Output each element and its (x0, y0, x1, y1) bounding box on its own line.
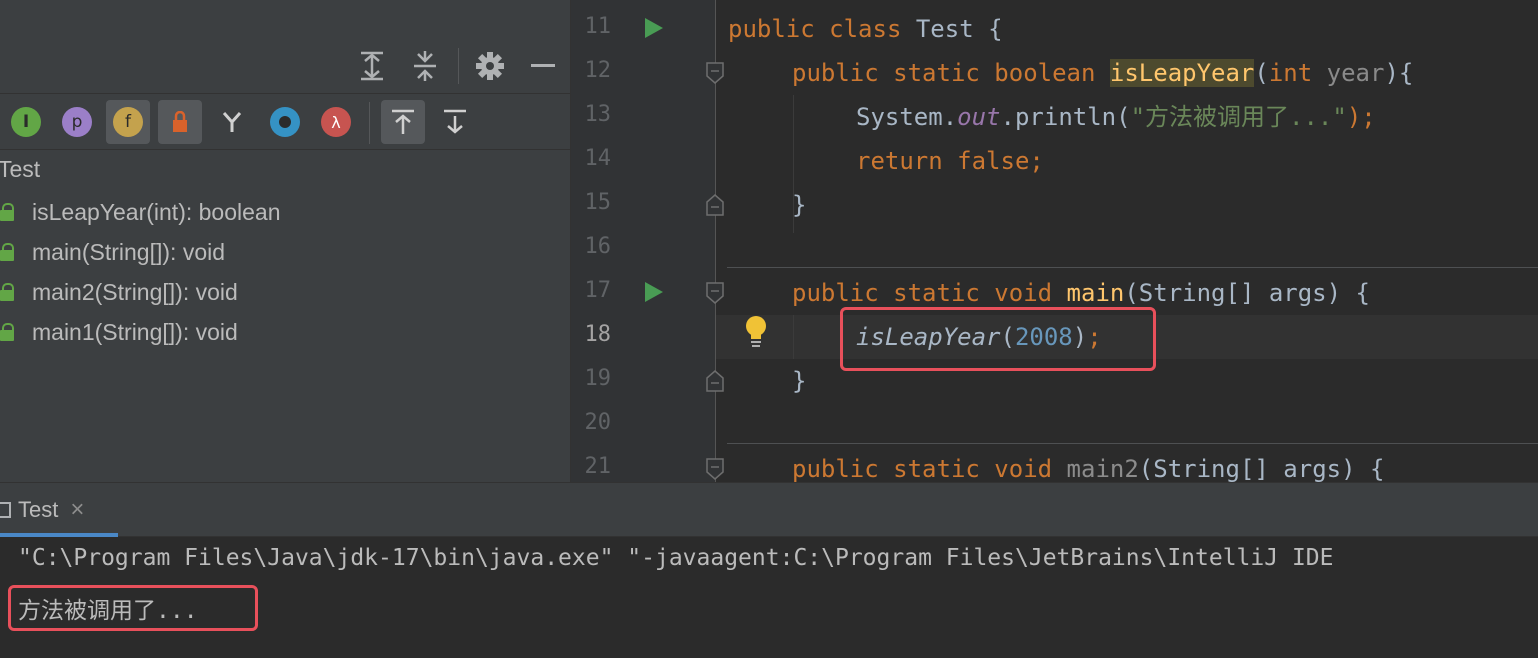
run-tool-window: Test × "C:\Program Files\Java\jdk-17\bin… (0, 482, 1538, 658)
minimize-icon[interactable] (527, 46, 559, 86)
run-tab-test[interactable]: Test × (0, 483, 118, 537)
line-number: 15 (584, 190, 612, 215)
show-lambdas-branch-icon[interactable] (210, 100, 254, 144)
tree-item-label: isLeapYear(int): boolean (32, 198, 281, 225)
highlight-box-call (840, 307, 1156, 371)
public-method-icon (0, 322, 18, 342)
fold-open-icon[interactable] (706, 282, 724, 304)
run-class-icon[interactable] (645, 18, 663, 38)
collapse-all-icon[interactable] (409, 46, 441, 86)
show-fields-icon[interactable]: f (106, 100, 150, 144)
active-tab-indicator (0, 533, 118, 537)
code-line-11: public class Test { (728, 15, 1003, 43)
line-number: 17 (584, 278, 612, 303)
show-inherited-icon[interactable]: I (4, 100, 48, 144)
tree-item-label: main1(String[]): void (32, 318, 238, 345)
fold-open-icon[interactable] (706, 62, 724, 84)
method-name-highlight: isLeapYear (1109, 59, 1255, 87)
tree-item[interactable]: main1(String[]): void (0, 312, 238, 352)
line-number: 12 (584, 58, 612, 83)
autoscroll-to-source-icon[interactable] (381, 100, 425, 144)
fold-close-icon[interactable] (706, 370, 724, 392)
show-non-public-icon[interactable] (158, 100, 202, 144)
filter-separator (369, 102, 370, 144)
header-separator (458, 48, 459, 84)
run-config-icon (0, 502, 11, 518)
indent-guide (793, 315, 794, 359)
expand-all-icon[interactable] (356, 46, 388, 86)
tree-item-label: main2(String[]): void (32, 278, 238, 305)
tree-root-class[interactable]: Test (0, 156, 40, 183)
code-line-13: System.out.println("方法被调用了..."); (856, 103, 1376, 131)
fold-close-icon[interactable] (706, 194, 724, 216)
highlight-box-output (8, 585, 258, 631)
run-tab-bar: Test × (0, 483, 1538, 537)
structure-header (0, 0, 570, 94)
line-number: 14 (584, 146, 612, 171)
gear-icon[interactable] (474, 46, 506, 86)
show-anonymous-icon[interactable] (263, 100, 307, 144)
code-line-21: public static void main2(String[] args) … (792, 455, 1385, 482)
method-separator (727, 267, 1538, 268)
tree-item[interactable]: main2(String[]): void (0, 272, 238, 312)
line-number: 11 (584, 14, 612, 39)
structure-panel: I p f λ Test isLeapYear(int): boolean ma… (0, 0, 570, 482)
line-number: 20 (584, 410, 612, 435)
code-line-14: return false; (856, 147, 1044, 175)
line-number: 16 (584, 234, 612, 259)
tree-item[interactable]: main(String[]): void (0, 232, 225, 272)
line-number: 21 (584, 454, 612, 479)
tree-item[interactable]: isLeapYear(int): boolean (0, 192, 281, 232)
close-icon[interactable]: × (70, 496, 84, 524)
method-separator (727, 443, 1538, 444)
tree-item-label: main(String[]): void (32, 238, 226, 265)
lightbulb-icon[interactable] (743, 314, 769, 348)
public-method-icon (0, 242, 18, 262)
run-tab-label: Test (18, 497, 59, 522)
line-number: 13 (584, 102, 612, 127)
line-number-current: 18 (584, 322, 612, 347)
code-editor[interactable]: 11 12 13 14 15 16 17 18 19 20 21 public … (570, 0, 1538, 482)
show-lambda-icon[interactable]: λ (314, 100, 358, 144)
show-properties-icon[interactable]: p (55, 100, 99, 144)
line-number: 19 (584, 366, 612, 391)
structure-filter-toolbar: I p f λ (0, 96, 570, 150)
console-command-line: "C:\Program Files\Java\jdk-17\bin\java.e… (18, 545, 1334, 571)
code-line-15: } (792, 191, 807, 219)
code-line-12: public static boolean isLeapYear(int yea… (792, 59, 1414, 87)
public-method-icon (0, 282, 18, 302)
public-method-icon (0, 202, 18, 222)
run-main-icon[interactable] (645, 282, 663, 302)
editor-gutter: 11 12 13 14 15 16 17 18 19 20 21 (571, 0, 716, 482)
autoscroll-from-source-icon[interactable] (433, 100, 477, 144)
code-line-19: } (792, 367, 807, 395)
fold-open-icon[interactable] (706, 458, 724, 480)
